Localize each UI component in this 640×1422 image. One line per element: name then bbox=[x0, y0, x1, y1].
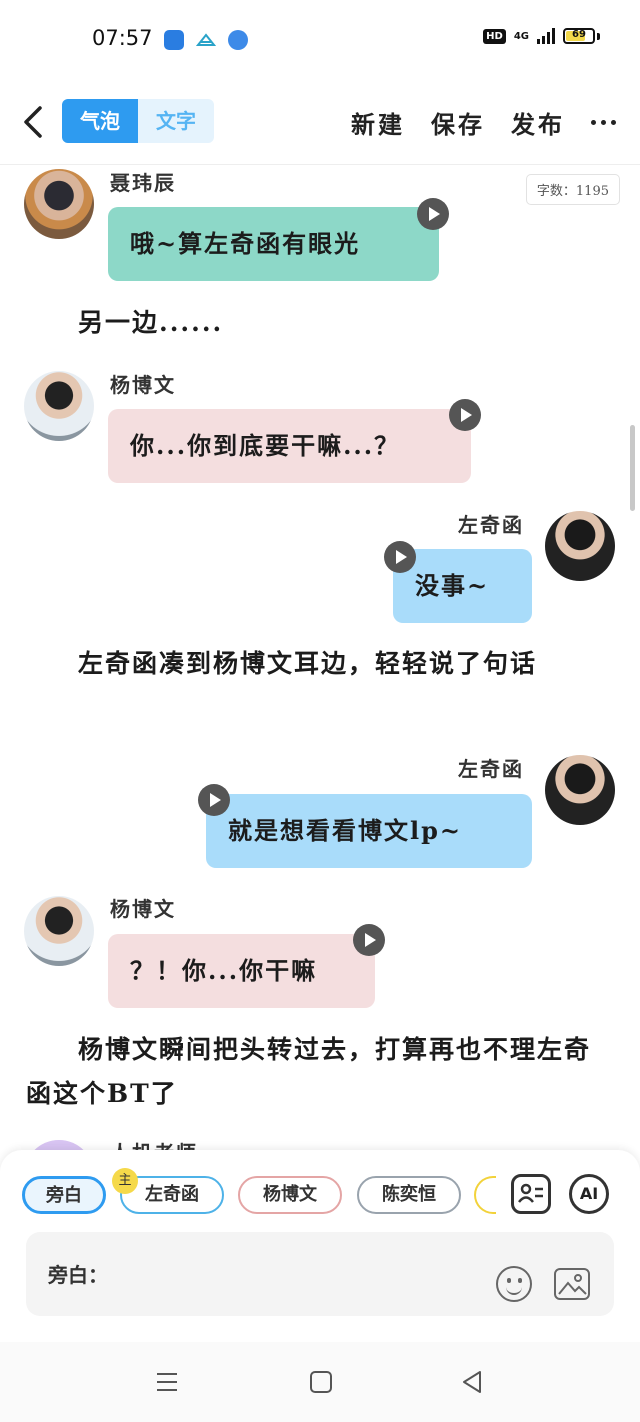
tab-text[interactable]: 文字 bbox=[138, 99, 214, 143]
play-audio-icon[interactable] bbox=[417, 198, 449, 230]
image-icon[interactable] bbox=[554, 1268, 590, 1300]
ai-assistant-button[interactable]: AI bbox=[569, 1174, 609, 1214]
avatar[interactable] bbox=[545, 511, 615, 581]
battery-level: 69 bbox=[572, 29, 586, 40]
menu-nav-icon[interactable] bbox=[155, 1370, 179, 1398]
speaker-name: 杨博文 bbox=[110, 373, 176, 397]
word-count-badge: 字数：1195 bbox=[525, 174, 620, 205]
back-nav-icon[interactable] bbox=[460, 1370, 484, 1398]
network-label: 4G bbox=[513, 30, 529, 42]
save-button[interactable]: 保存 bbox=[431, 105, 485, 140]
system-nav-bar bbox=[0, 1342, 640, 1422]
avatar[interactable] bbox=[24, 1140, 94, 1150]
battery-tip bbox=[597, 32, 600, 40]
hd-badge: HD bbox=[483, 28, 506, 44]
battery-icon: 69 bbox=[563, 28, 595, 44]
message-bubble[interactable]: 就是想看看博文lp~ bbox=[206, 794, 532, 868]
narration-text[interactable]: 左奇函凑到杨博文耳边，轻轻说了句话 bbox=[26, 642, 606, 686]
status-indicators: HD 4G 69 bbox=[483, 28, 600, 44]
publish-button[interactable]: 发布 bbox=[511, 105, 565, 140]
status-bar: 07:57 HD 4G 69 bbox=[0, 0, 640, 80]
app-notification-icon bbox=[164, 30, 184, 50]
narration-text[interactable]: 另一边...... bbox=[26, 301, 606, 345]
message-bubble[interactable]: 你...你到底要干嘛...？ bbox=[108, 409, 471, 483]
chevron-left-icon bbox=[24, 106, 42, 138]
leaf-notification-icon bbox=[228, 30, 248, 50]
play-audio-icon[interactable] bbox=[353, 924, 385, 956]
avatar[interactable] bbox=[24, 371, 94, 441]
input-role-label: 旁白： bbox=[48, 1263, 108, 1287]
role-card-icon[interactable] bbox=[511, 1174, 551, 1214]
avatar[interactable] bbox=[24, 896, 94, 966]
status-time: 07:57 bbox=[92, 26, 153, 50]
play-audio-icon[interactable] bbox=[449, 399, 481, 431]
signal-icon bbox=[537, 28, 555, 44]
chat-content[interactable]: 字数：1195 聂玮辰 哦~算左奇函有眼光 另一边...... 杨博文 你...… bbox=[0, 165, 640, 1150]
speaker-name: 人机老师 bbox=[110, 1137, 198, 1150]
role-chip-yangbowen[interactable]: 杨博文 bbox=[238, 1176, 342, 1214]
text-input-area[interactable]: 旁白： bbox=[26, 1232, 614, 1316]
new-button[interactable]: 新建 bbox=[351, 105, 405, 140]
home-nav-icon[interactable] bbox=[309, 1370, 333, 1398]
emoji-icon[interactable] bbox=[496, 1266, 532, 1302]
more-options-icon[interactable] bbox=[591, 102, 616, 142]
role-chip-chenyiheng[interactable]: 陈奕恒 bbox=[357, 1176, 461, 1214]
role-chip-narrator[interactable]: 旁白 bbox=[22, 1176, 106, 1214]
play-audio-icon[interactable] bbox=[384, 541, 416, 573]
speaker-name: 杨博文 bbox=[110, 897, 176, 921]
main-role-badge: 主 bbox=[112, 1168, 138, 1194]
tab-bubble[interactable]: 气泡 bbox=[62, 99, 138, 143]
header-actions: 新建 保存 发布 bbox=[351, 102, 616, 142]
role-chip-partial[interactable] bbox=[474, 1176, 496, 1214]
narration-text[interactable]: 杨博文瞬间把头转过去，打算再也不理左奇函这个BT了 bbox=[26, 1028, 606, 1116]
editor-bottom-panel: 旁白 左奇函 主 杨博文 陈奕恒 AI 旁白： bbox=[0, 1150, 640, 1342]
speaker-name: 左奇函 bbox=[458, 757, 524, 781]
message-bubble[interactable]: ？！你...你干嘛 bbox=[108, 934, 375, 1008]
speaker-name: 左奇函 bbox=[458, 513, 524, 537]
avatar[interactable] bbox=[545, 755, 615, 825]
scrollbar[interactable] bbox=[630, 425, 635, 511]
play-audio-icon[interactable] bbox=[198, 784, 230, 816]
mode-toggle: 气泡 文字 bbox=[62, 99, 214, 143]
back-button[interactable] bbox=[18, 102, 48, 142]
speaker-name: 聂玮辰 bbox=[110, 171, 176, 195]
message-bubble[interactable]: 哦~算左奇函有眼光 bbox=[108, 207, 439, 281]
avatar[interactable] bbox=[24, 169, 94, 239]
mountain-notification-icon bbox=[195, 30, 217, 50]
editor-header: 气泡 文字 新建 保存 发布 bbox=[0, 80, 640, 165]
